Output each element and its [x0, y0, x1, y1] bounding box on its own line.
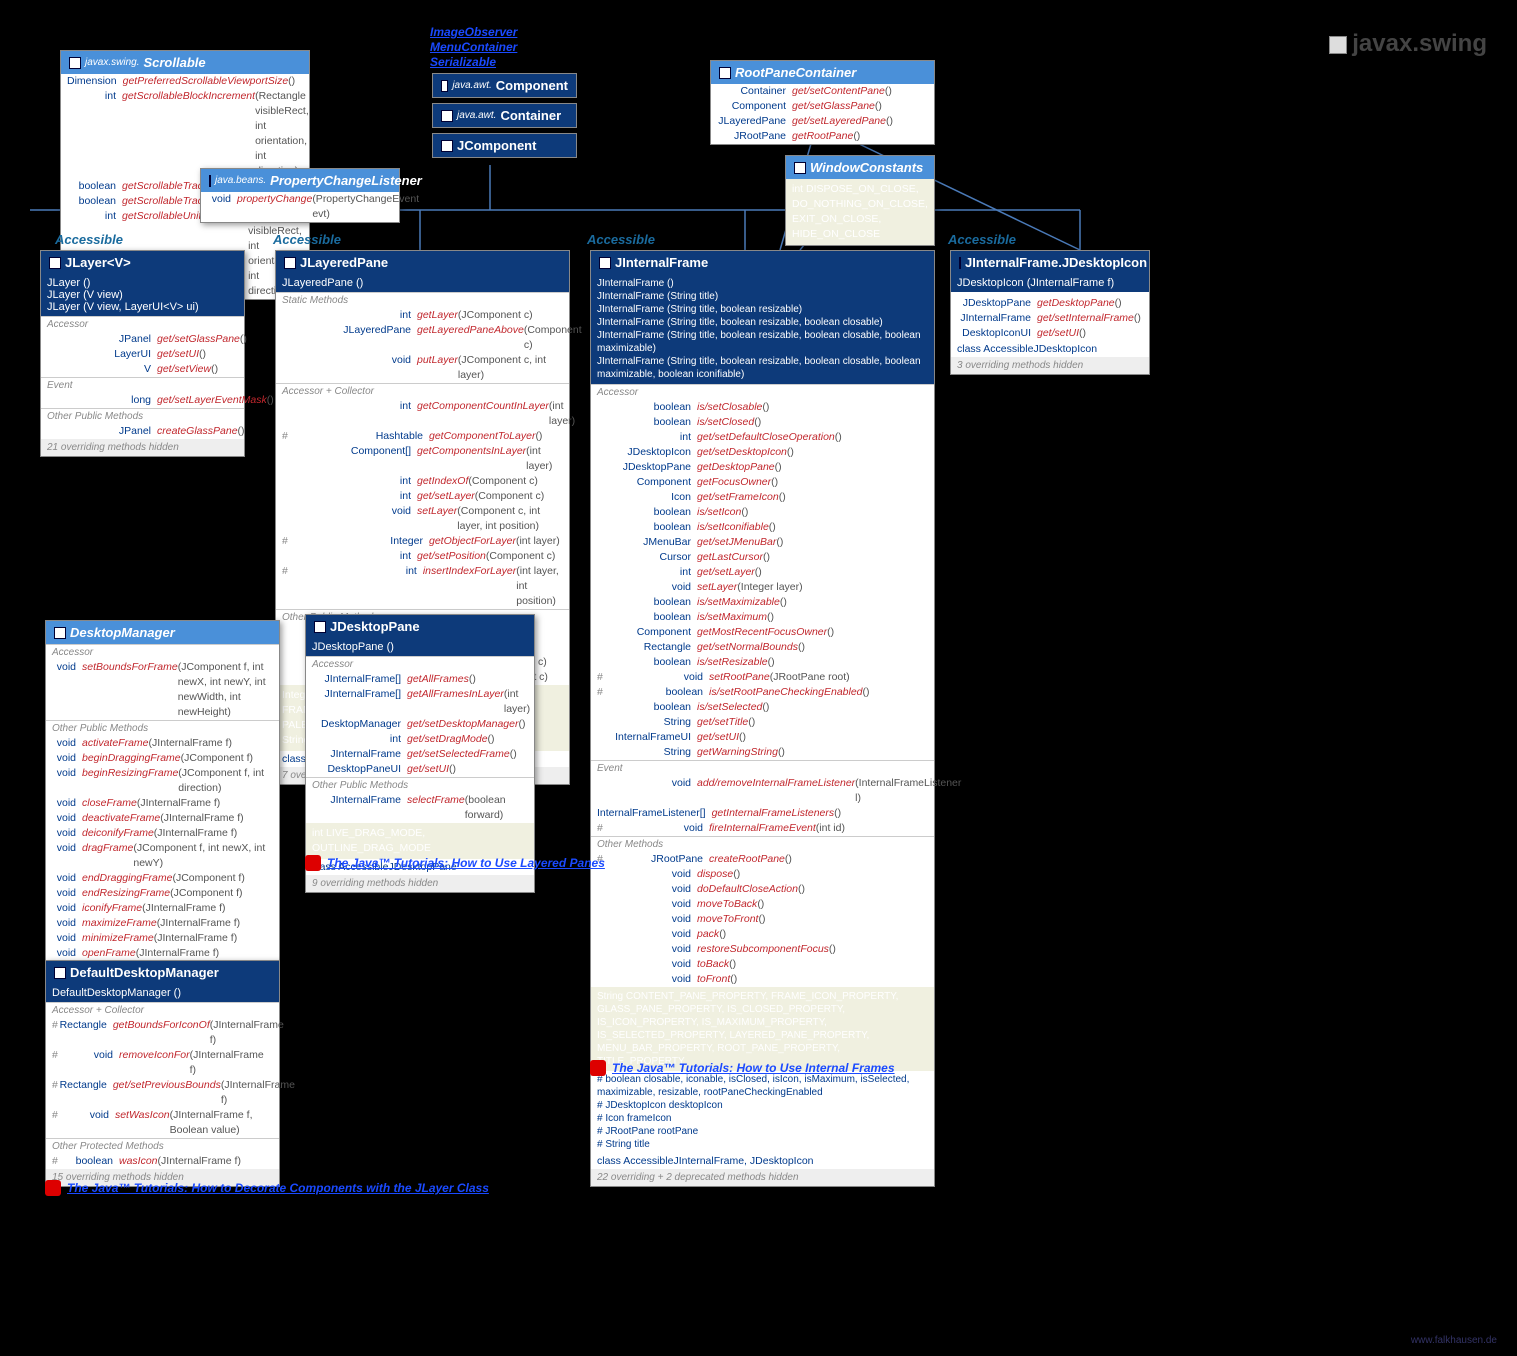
class-icon	[314, 621, 326, 633]
class-icon	[599, 257, 611, 269]
box-jdesktopicon: JInternalFrame.JDesktopIcon JDesktopIcon…	[950, 250, 1150, 375]
box-desktopmanager: DesktopManager Accessor voidsetBoundsFor…	[45, 620, 280, 1007]
interface-icon	[69, 57, 81, 69]
section-label: Other Public Methods	[41, 408, 244, 424]
top-interfaces[interactable]: ImageObserverMenuContainerSerializable	[430, 25, 517, 70]
hidden-note: 21 overriding methods hidden	[41, 439, 244, 456]
class-icon	[54, 967, 66, 979]
hidden-note: 22 overriding + 2 deprecated methods hid…	[591, 1169, 934, 1186]
interface-icon	[719, 67, 731, 79]
lbl-accessible-1: Accessible	[55, 232, 123, 247]
section-label: Static Methods	[276, 292, 569, 308]
hidden-note: 3 overriding methods hidden	[951, 357, 1149, 374]
jdp-consts: int LIVE_DRAG_MODE, OUTLINE_DRAG_MODE	[306, 823, 534, 859]
class-icon	[441, 110, 453, 122]
interface-icon	[794, 162, 806, 174]
section-label: Accessor	[306, 656, 534, 672]
oracle-icon	[45, 1180, 61, 1196]
package-icon	[1329, 36, 1347, 54]
section-label: Other Public Methods	[46, 720, 279, 736]
interface-icon	[54, 627, 66, 639]
jif-consts: String CONTENT_PANE_PROPERTY, FRAME_ICON…	[591, 987, 934, 1071]
footer-credit: www.falkhausen.de	[1411, 1335, 1497, 1346]
section-label: Other Protected Methods	[46, 1138, 279, 1154]
interface-icon	[209, 175, 211, 187]
box-container: java.awt.Container	[432, 103, 577, 128]
package-title: javax.swing	[1329, 30, 1487, 58]
box-jlayer: JLayer<V> JLayer ()JLayer (V view)JLayer…	[40, 250, 245, 457]
winconst-consts: int DISPOSE_ON_CLOSE, DO_NOTHING_ON_CLOS…	[786, 179, 934, 245]
link-layered-panes[interactable]: The Java™ Tutorials: How to Use Layered …	[305, 855, 605, 871]
section-label: Accessor + Collector	[46, 1002, 279, 1018]
class-icon	[959, 257, 961, 269]
section-label: Accessor	[46, 644, 279, 660]
box-rootpane: RootPaneContainer Containerget/setConten…	[710, 60, 935, 145]
link-jlayer[interactable]: The Java™ Tutorials: How to Decorate Com…	[45, 1180, 489, 1196]
box-pcl: java.beans.PropertyChangeListener voidpr…	[200, 168, 400, 223]
box-jinternalframe: JInternalFrame JInternalFrame ()JInterna…	[590, 250, 935, 1187]
class-icon	[284, 257, 296, 269]
class-icon	[441, 80, 448, 92]
section-label: Other Public Methods	[306, 777, 534, 793]
section-label: Event	[41, 377, 244, 393]
hidden-note: 9 overriding methods hidden	[306, 875, 534, 892]
class-icon	[441, 140, 453, 152]
box-component: java.awt.Component	[432, 73, 577, 98]
oracle-icon	[590, 1060, 606, 1076]
section-label: Accessor + Collector	[276, 383, 569, 399]
lbl-accessible-3: Accessible	[587, 232, 655, 247]
section-label: Other Methods	[591, 836, 934, 852]
lbl-accessible-4: Accessible	[948, 232, 1016, 247]
section-label: Accessor	[591, 384, 934, 400]
section-label: Accessor	[41, 316, 244, 332]
box-defaultdesktopmanager: DefaultDesktopManager DefaultDesktopMana…	[45, 960, 280, 1187]
box-jcomponent: JComponent	[432, 133, 577, 158]
oracle-icon	[305, 855, 321, 871]
box-jdesktoppane: JDesktopPane JDesktopPane () Accessor JI…	[305, 614, 535, 893]
class-icon	[49, 257, 61, 269]
lbl-accessible-2: Accessible	[273, 232, 341, 247]
link-internal-frames[interactable]: The Java™ Tutorials: How to Use Internal…	[590, 1060, 895, 1076]
section-label: Event	[591, 760, 934, 776]
box-winconst: WindowConstants int DISPOSE_ON_CLOSE, DO…	[785, 155, 935, 246]
